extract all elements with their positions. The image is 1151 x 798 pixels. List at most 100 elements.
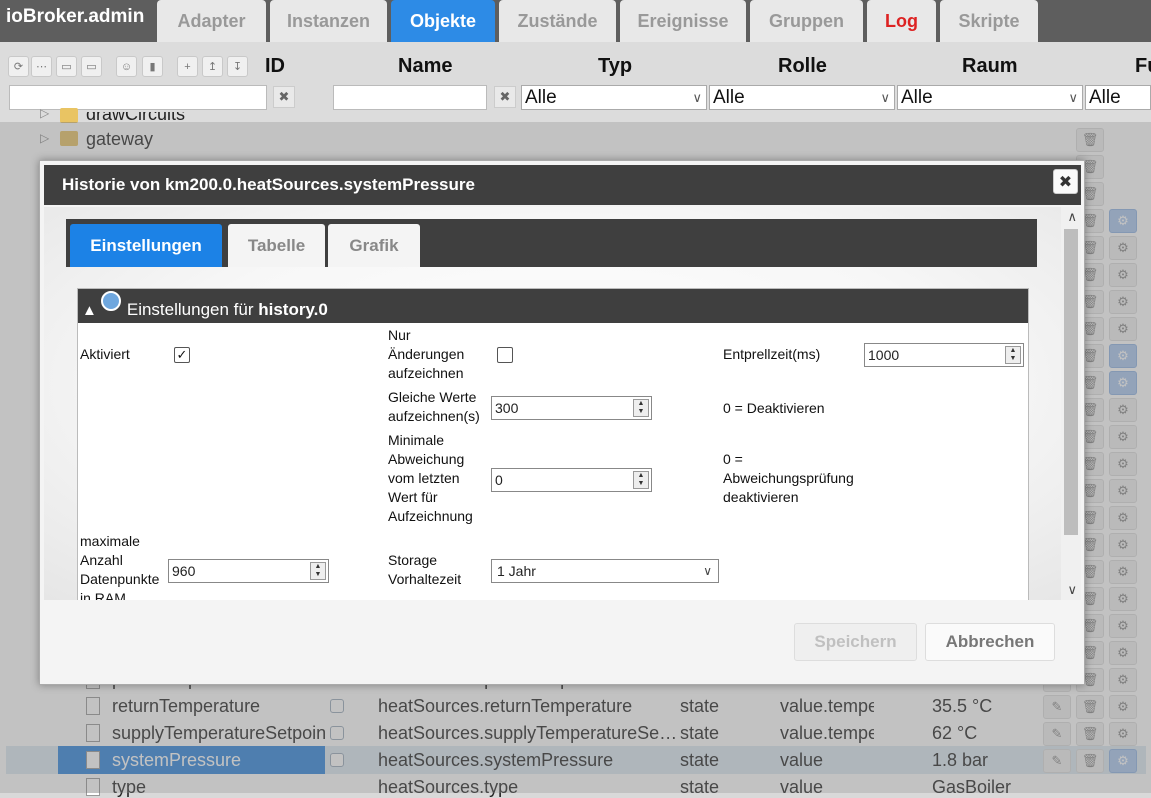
chevron-down-icon: ∨ <box>692 90 702 105</box>
tab-objekte[interactable]: Objekte <box>391 0 495 42</box>
folder-collapse-icon[interactable]: ▭ <box>56 56 77 77</box>
scroll-down-icon[interactable]: ∨ <box>1067 582 1077 598</box>
dialog-tab-bar: Einstellungen Tabelle Grafik <box>66 219 1037 267</box>
min-abweichung-input[interactable]: 0 ▲ ▼ <box>491 468 652 492</box>
objects-toolbar <box>0 42 1151 122</box>
nur-aenderungen-label-line3: aufzeichnen <box>388 365 464 381</box>
refresh-icon[interactable]: ⟳ <box>8 56 29 77</box>
gleiche-werte-value: 300 <box>495 400 519 416</box>
tab-adapter[interactable]: Adapter <box>157 0 266 42</box>
app-title: ioBroker.admin <box>6 6 145 27</box>
nur-aenderungen-label-line1: Nur <box>388 327 411 343</box>
max-datenpunkte-label-line2: Anzahl <box>80 552 123 568</box>
chevron-down-icon: ∨ <box>1068 90 1078 105</box>
max-datenpunkte-label-line1: maximale <box>80 533 140 549</box>
column-header-name[interactable]: Name <box>398 55 452 78</box>
dialog-scrollbar[interactable]: ∧ ∨ <box>1061 207 1081 600</box>
type-filter-value: Alle <box>525 87 557 108</box>
gleiche-werte-label-line2: aufzeichnen(s) <box>388 408 480 424</box>
tab-grafik[interactable]: Grafik <box>328 224 420 267</box>
entprellzeit-label: Entprellzeit(ms) <box>723 346 821 362</box>
tab-tabelle[interactable]: Tabelle <box>228 224 325 267</box>
aktiviert-label: Aktiviert <box>80 346 130 362</box>
min-abweichung-label-line1: Minimale <box>388 432 445 448</box>
max-datenpunkte-value: 960 <box>172 563 196 579</box>
history-dialog: Historie von km200.0.heatSources.systemP… <box>39 160 1085 685</box>
book-icon[interactable]: ▮ <box>142 56 163 77</box>
max-datenpunkte-input[interactable]: 960 ▲ ▼ <box>168 559 329 583</box>
tab-einstellungen[interactable]: Einstellungen <box>70 224 222 267</box>
cancel-button[interactable]: Abbrechen <box>925 623 1055 661</box>
column-header-role[interactable]: Rolle <box>778 55 827 78</box>
storage-value: 1 Jahr <box>497 563 536 579</box>
max-datenpunkte-label-line4: in RAM <box>80 590 126 600</box>
spinner-icon[interactable]: ▲ ▼ <box>633 399 649 417</box>
add-icon[interactable]: + <box>177 56 198 77</box>
spinner-icon[interactable]: ▲ ▼ <box>310 562 326 580</box>
gleiche-werte-hint: 0 = Deaktivieren <box>723 400 825 416</box>
download-icon[interactable]: ↧ <box>227 56 248 77</box>
spinner-icon[interactable]: ▲ ▼ <box>1005 346 1021 364</box>
gleiche-werte-input[interactable]: 300 ▲ ▼ <box>491 396 652 420</box>
nur-aenderungen-checkbox[interactable] <box>497 347 513 363</box>
name-filter-input[interactable] <box>333 85 487 110</box>
tab-ereignisse[interactable]: Ereignisse <box>620 0 746 42</box>
min-abweichung-label-line3: vom letzten <box>388 470 460 486</box>
min-abweichung-hint-line1: 0 = <box>723 451 743 467</box>
save-button[interactable]: Speichern <box>794 623 917 661</box>
min-abweichung-label-line4: Wert für <box>388 489 438 505</box>
collapse-triangle-icon[interactable]: ▲ <box>82 302 97 319</box>
max-datenpunkte-label-line3: Datenpunkte <box>80 571 160 587</box>
storage-select[interactable]: 1 Jahr ∨ <box>491 559 719 583</box>
nur-aenderungen-label-line2: Änderungen <box>388 346 465 362</box>
expand-arrow-icon[interactable]: ▷ <box>40 106 49 120</box>
clear-id-filter-button[interactable]: ✖ <box>273 86 295 108</box>
spinner-icon[interactable]: ▲ ▼ <box>633 471 649 489</box>
role-filter-select[interactable]: Alle ∨ <box>709 85 895 110</box>
section-instance-name: history.0 <box>258 300 328 319</box>
column-header-type[interactable]: Typ <box>598 55 632 78</box>
folder-icon <box>60 108 78 123</box>
scrollbar-thumb[interactable] <box>1064 229 1078 535</box>
aktiviert-checkbox[interactable]: ✓ <box>174 347 190 363</box>
gleiche-werte-label-line1: Gleiche Werte <box>388 389 477 405</box>
top-bar: ioBroker.admin Adapter Instanzen Objekte… <box>0 0 1151 42</box>
entprellzeit-input[interactable]: 1000 ▲ ▼ <box>864 343 1024 367</box>
min-abweichung-value: 0 <box>495 472 503 488</box>
tab-gruppen[interactable]: Gruppen <box>750 0 863 42</box>
type-filter-select[interactable]: Alle ∨ <box>521 85 707 110</box>
column-header-room[interactable]: Raum <box>962 55 1018 78</box>
storage-label-line1: Storage <box>388 552 438 568</box>
clear-name-filter-button[interactable]: ✖ <box>494 86 516 108</box>
list-icon[interactable]: ⋯ <box>31 56 52 77</box>
tab-instanzen[interactable]: Instanzen <box>270 0 387 42</box>
column-header-function[interactable]: Fu <box>1135 55 1151 78</box>
entprellzeit-value: 1000 <box>868 347 900 363</box>
role-filter-value: Alle <box>713 87 745 108</box>
tab-skripte[interactable]: Skripte <box>940 0 1038 42</box>
room-filter-value: Alle <box>901 87 933 108</box>
user-icon[interactable]: ☺ <box>116 56 137 77</box>
max-datenpunkte-label: maximale Anzahl Datenpunkte in RAM <box>80 532 159 600</box>
tab-zustaende[interactable]: Zustände <box>499 0 616 42</box>
close-icon[interactable]: ✖ <box>1053 169 1078 194</box>
min-abweichung-label-line2: Abweichung <box>388 451 465 467</box>
tab-log[interactable]: Log <box>867 0 936 42</box>
section-header[interactable]: ▲ Einstellungen für history.0 <box>78 289 1028 323</box>
function-filter-value: Alle <box>1089 87 1121 108</box>
function-filter-select[interactable]: Alle <box>1085 85 1151 110</box>
nur-aenderungen-label: Nur Änderungen aufzeichnen <box>388 326 464 383</box>
min-abweichung-hint: 0 = Abweichungsprüfung deaktivieren <box>723 450 854 507</box>
upload-icon[interactable]: ↥ <box>202 56 223 77</box>
min-abweichung-hint-line2: Abweichungsprüfung <box>723 470 854 486</box>
min-abweichung-label: Minimale Abweichung vom letzten Wert für… <box>388 431 473 526</box>
storage-label-line2: Vorhaltezeit <box>388 571 462 587</box>
min-abweichung-hint-line3: deaktivieren <box>723 489 799 505</box>
room-filter-select[interactable]: Alle ∨ <box>897 85 1083 110</box>
min-abweichung-label-line5: Aufzeichnung <box>388 508 473 524</box>
column-header-id[interactable]: ID <box>265 55 285 78</box>
history-clock-icon <box>100 291 121 311</box>
folder-expand-icon[interactable]: ▭ <box>81 56 102 77</box>
dialog-scroll-area[interactable]: Einstellungen Tabelle Grafik ▲ Einstellun… <box>44 207 1081 600</box>
scroll-up-icon[interactable]: ∧ <box>1067 209 1077 225</box>
